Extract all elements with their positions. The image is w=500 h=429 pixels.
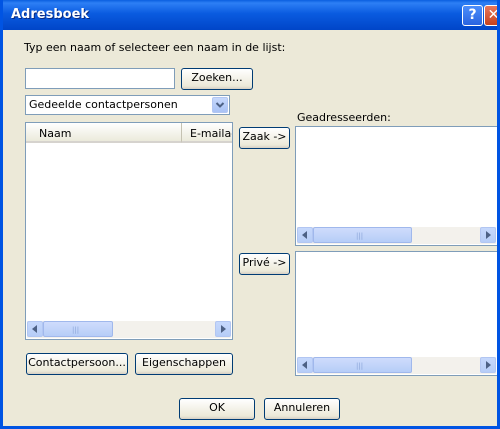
scrollbar-thumb[interactable]: ||| [313,357,412,373]
scroll-right-icon [486,361,491,369]
chevron-down-icon [215,102,225,108]
find-button[interactable]: Zoeken... [181,68,253,90]
ok-button[interactable]: OK [179,398,255,420]
scroll-left-button[interactable] [297,357,313,373]
contacts-hscrollbar[interactable]: ||| [27,321,231,338]
column-header-name[interactable]: Naam [26,123,182,143]
search-prompt-label: Typ een naam of selecteer een naam in de… [24,41,286,54]
scroll-right-button[interactable] [480,357,496,373]
private-recipients-list[interactable]: ||| [295,251,497,376]
dropdown-button[interactable] [212,97,228,113]
business-hscrollbar[interactable]: ||| [297,227,496,244]
search-input[interactable] [25,68,175,89]
scroll-left-button[interactable] [297,227,313,243]
address-source-select[interactable]: Gedeelde contactpersonen [25,95,230,115]
scroll-right-icon [221,325,226,333]
business-recipients-list[interactable]: ||| [295,126,497,246]
new-contact-button[interactable]: Contactpersoon... [26,353,128,375]
scroll-right-button[interactable] [480,227,496,243]
question-icon: ? [468,7,477,23]
contacts-list[interactable]: Naam E-mailad ||| [25,122,233,340]
private-hscrollbar[interactable]: ||| [297,357,496,374]
address-book-dialog: Adresboek ? ✕ Typ een naam of selecteer … [0,0,500,429]
close-button[interactable]: ✕ [484,5,500,26]
scroll-left-icon [302,231,307,239]
add-to-private-button[interactable]: Privé -> [239,253,290,275]
cancel-button[interactable]: Annuleren [264,398,340,420]
scroll-right-icon [486,231,491,239]
address-source-value: Gedeelde contactpersonen [29,98,178,111]
help-button[interactable]: ? [462,5,483,26]
add-to-business-button[interactable]: Zaak -> [239,127,290,149]
window-title: Adresboek [11,7,90,22]
recipients-label: Geadresseerden: [297,111,391,124]
scroll-left-icon [32,325,37,333]
column-header-email[interactable]: E-mailad [182,123,232,143]
properties-button[interactable]: Eigenschappen [135,353,233,375]
title-bar[interactable]: Adresboek ? ✕ [3,0,500,30]
scrollbar-thumb[interactable]: ||| [313,227,412,243]
scroll-right-button[interactable] [215,321,231,337]
scroll-left-button[interactable] [27,321,43,337]
scrollbar-thumb[interactable]: ||| [43,321,113,337]
close-icon: ✕ [487,7,500,23]
scroll-left-icon [302,361,307,369]
